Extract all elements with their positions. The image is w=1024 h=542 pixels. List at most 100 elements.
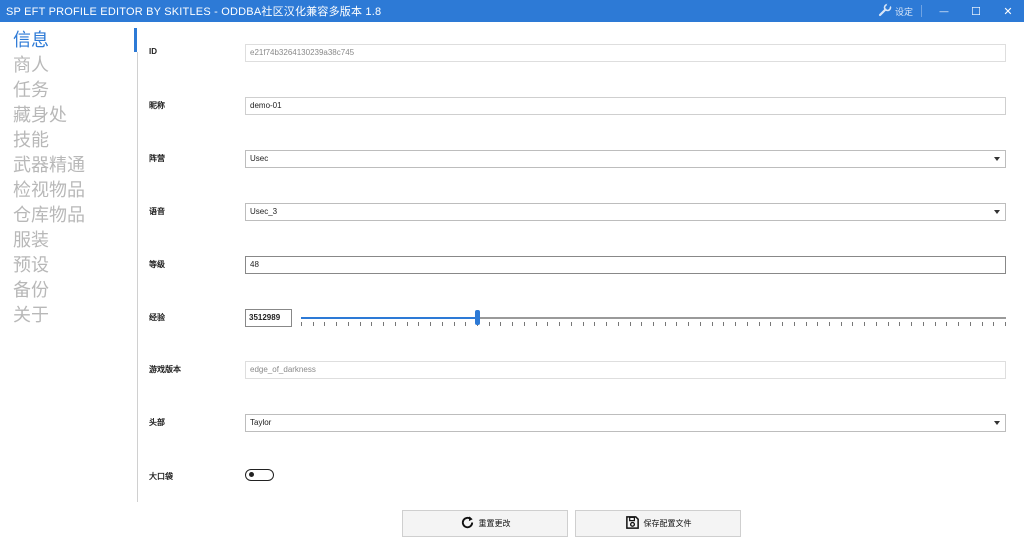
slider-tick <box>313 322 314 326</box>
nav-item-presets[interactable]: 预设 <box>13 254 49 276</box>
slider-tick <box>454 322 455 326</box>
level-label: 等级 <box>149 260 165 269</box>
slider-tick <box>465 322 466 326</box>
minimize-icon: — <box>939 6 949 16</box>
slider-ticks <box>301 322 1006 327</box>
row-voice: 语音 Usec_3 <box>149 203 1009 223</box>
slider-tick <box>512 322 513 326</box>
row-level: 等级 48 <box>149 256 1009 276</box>
nav-item-clothing[interactable]: 服装 <box>13 229 49 251</box>
toggle-knob <box>249 472 254 477</box>
chevron-down-icon <box>994 210 1000 214</box>
sidebar-nav: 信息 商人 任务 藏身处 技能 武器精通 检视物品 仓库物品 服装 预设 备份 … <box>0 22 136 502</box>
slider-tick <box>665 322 666 326</box>
nickname-input[interactable]: demo-01 <box>245 97 1006 115</box>
nav-item-info[interactable]: 信息 <box>13 29 49 51</box>
head-label: 头部 <box>149 418 165 427</box>
slider-tick <box>324 322 325 326</box>
voice-label: 语音 <box>149 207 165 216</box>
slider-tick <box>841 322 842 326</box>
row-nickname: 昵称 demo-01 <box>149 97 1009 117</box>
slider-tick <box>336 322 337 326</box>
slider-tick <box>418 322 419 326</box>
slider-tick <box>430 322 431 326</box>
slider-tick <box>442 322 443 326</box>
side-value: Usec <box>250 154 269 163</box>
slider-tick <box>594 322 595 326</box>
slider-tick <box>571 322 572 326</box>
slider-tick <box>583 322 584 326</box>
voice-select[interactable]: Usec_3 <box>245 203 1006 221</box>
nav-active-indicator <box>134 28 137 52</box>
slider-tick <box>489 322 490 326</box>
slider-tick <box>1005 322 1006 326</box>
pockets-toggle[interactable] <box>245 469 274 481</box>
close-button[interactable]: ✕ <box>992 0 1024 22</box>
slider-tick <box>817 322 818 326</box>
sidebar-divider <box>137 52 138 502</box>
slider-tick <box>770 322 771 326</box>
slider-tick <box>899 322 900 326</box>
slider-tick <box>618 322 619 326</box>
slider-tick <box>782 322 783 326</box>
nav-item-examined[interactable]: 检视物品 <box>13 179 85 201</box>
settings-button[interactable]: 设定 <box>878 2 921 19</box>
slider-tick <box>348 322 349 326</box>
id-field: e21f74b3264130239a38c745 <box>245 44 1006 62</box>
slider-tick <box>958 322 959 326</box>
voice-value: Usec_3 <box>250 207 278 216</box>
id-label: ID <box>149 47 157 56</box>
nav-item-stash[interactable]: 仓库物品 <box>13 204 85 226</box>
nav-item-skills[interactable]: 技能 <box>13 129 49 151</box>
nav-item-traders[interactable]: 商人 <box>13 54 49 76</box>
pockets-label: 大口袋 <box>149 472 173 481</box>
game-version-label: 游戏版本 <box>149 365 181 374</box>
slider-tick <box>970 322 971 326</box>
slider-tick <box>759 322 760 326</box>
slider-tick <box>536 322 537 326</box>
slider-tick <box>935 322 936 326</box>
maximize-icon: ☐ <box>971 5 981 18</box>
slider-tick <box>794 322 795 326</box>
nav-item-quests[interactable]: 任务 <box>13 79 49 101</box>
maximize-button[interactable]: ☐ <box>960 0 992 22</box>
window-title: SP EFT PROFILE EDITOR BY SKITLES - ODDBA… <box>6 6 382 18</box>
slider-fill <box>301 317 477 319</box>
slider-tick <box>360 322 361 326</box>
slider-tick <box>911 322 912 326</box>
slider-tick <box>395 322 396 326</box>
experience-slider[interactable] <box>301 309 1006 329</box>
reload-icon <box>460 515 479 532</box>
slider-tick <box>747 322 748 326</box>
minimize-button[interactable]: — <box>928 0 960 22</box>
slider-tick <box>407 322 408 326</box>
slider-tick <box>688 322 689 326</box>
experience-input[interactable]: 3512989 <box>245 309 292 327</box>
reset-button[interactable]: 重置更改 <box>402 510 568 537</box>
slider-tick <box>888 322 889 326</box>
head-select[interactable]: Taylor <box>245 414 1006 432</box>
slider-tick <box>864 322 865 326</box>
slider-tick <box>700 322 701 326</box>
nav-item-mastering[interactable]: 武器精通 <box>13 154 85 176</box>
title-divider <box>921 5 922 17</box>
slider-tick <box>630 322 631 326</box>
slider-tick <box>559 322 560 326</box>
row-pockets: 大口袋 <box>149 468 1009 488</box>
nickname-label: 昵称 <box>149 101 165 110</box>
head-value: Taylor <box>250 418 272 427</box>
slider-thumb[interactable] <box>475 310 480 325</box>
game-version-field: edge_of_darkness <box>245 361 1006 379</box>
slider-tick <box>876 322 877 326</box>
chevron-down-icon <box>994 157 1000 161</box>
level-input[interactable]: 48 <box>245 256 1006 274</box>
slider-tick <box>923 322 924 326</box>
save-button[interactable]: 保存配置文件 <box>575 510 741 537</box>
row-id: ID e21f74b3264130239a38c745 <box>149 44 1009 64</box>
nav-item-hideout[interactable]: 藏身处 <box>13 104 67 126</box>
nav-item-backups[interactable]: 备份 <box>13 279 49 301</box>
reset-label: 重置更改 <box>478 519 511 528</box>
nav-item-about[interactable]: 关于 <box>13 304 49 326</box>
side-select[interactable]: Usec <box>245 150 1006 168</box>
slider-tick <box>301 322 302 326</box>
